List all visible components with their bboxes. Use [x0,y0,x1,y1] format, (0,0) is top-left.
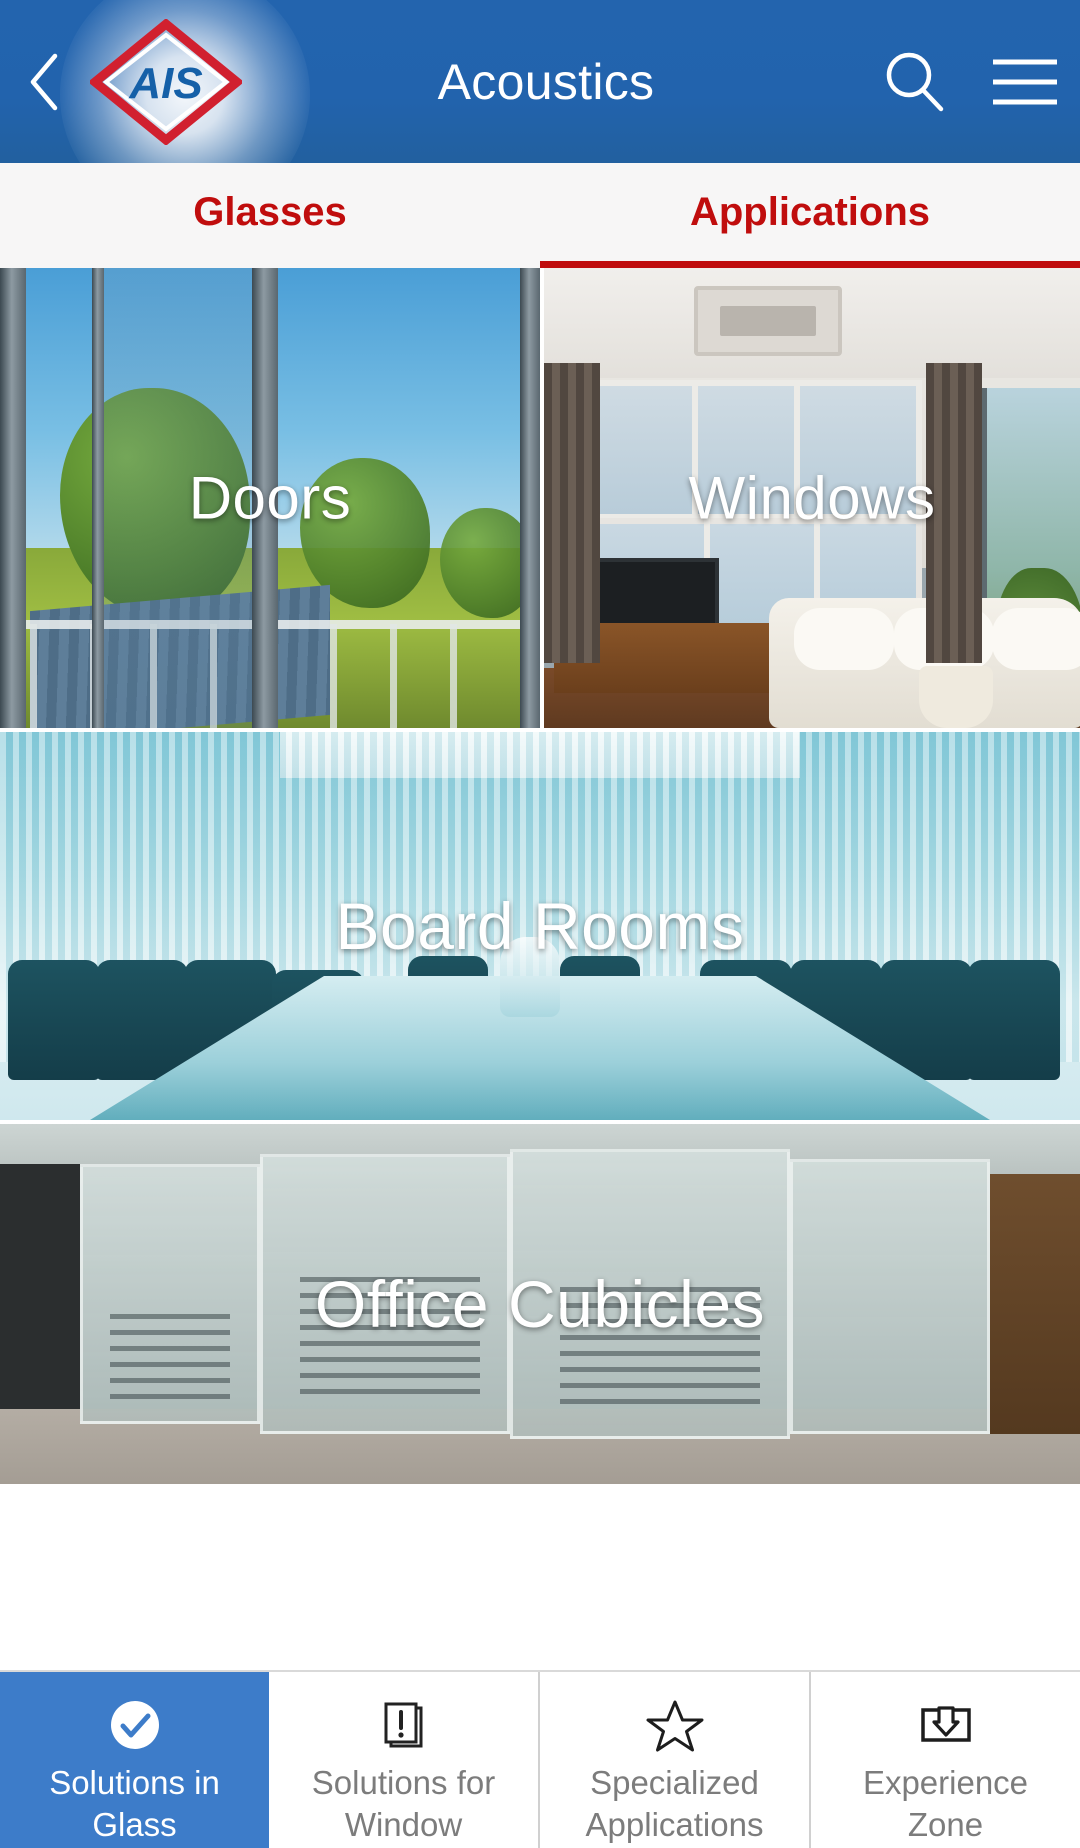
tile-doors-label: Doors [188,464,352,532]
star-outline-icon [645,1694,705,1756]
grid-row-1: Doors Windows [0,268,1080,728]
tab-applications-label: Applications [689,190,931,234]
tab-glasses-label: Glasses [193,190,347,234]
nav-item-solutions-for-window[interactable]: Solutions for Window [269,1672,540,1848]
tile-windows[interactable]: Windows [544,268,1080,728]
page-title: Acoustics [437,53,655,110]
nav-label-experience-zone: Experience Zone [862,1764,1029,1843]
tab-applications[interactable]: Applications [540,163,1080,268]
category-tabbar: Glasses Applications [0,163,1080,268]
applications-grid: Doors Windows Board Rooms Office Cubicle… [0,268,1080,1484]
check-circle-icon [106,1694,164,1756]
grid-row-2: Board Rooms [0,732,1080,1120]
ais-diamond-logo-icon: AIS [90,18,242,145]
bottom-navigation: Solutions in Glass Solutions for Window … [0,1670,1080,1848]
ais-logo-text: AIS [128,59,202,108]
hamburger-menu-icon [993,59,1057,104]
nav-item-solutions-in-glass[interactable]: Solutions in Glass [0,1672,269,1848]
nav-item-experience-zone[interactable]: Experience Zone [811,1672,1080,1848]
search-button[interactable] [860,0,970,163]
tile-board-rooms[interactable]: Board Rooms [0,732,1080,1120]
nav-item-specialized-applications[interactable]: Specialized Applications [540,1672,811,1848]
inbox-download-icon [915,1694,977,1756]
app-header: AIS Acoustics [0,0,1080,220]
tile-doors[interactable]: Doors [0,268,540,728]
search-icon [886,52,944,111]
ais-logo[interactable]: AIS [80,0,252,163]
tile-office-cubicles[interactable]: Office Cubicles [0,1124,1080,1484]
nav-label-solutions-for-window: Solutions for Window [311,1764,496,1843]
document-alert-icon [375,1694,433,1756]
grid-row-3: Office Cubicles [0,1124,1080,1484]
tile-windows-label: Windows [688,464,936,532]
menu-button[interactable] [970,0,1080,163]
chevron-left-icon [30,53,58,110]
tile-office-cubicles-label: Office Cubicles [314,1267,766,1341]
tab-glasses[interactable]: Glasses [0,163,540,268]
nav-label-solutions-in-glass: Solutions in Glass [49,1764,220,1843]
back-button[interactable] [8,0,80,163]
tile-board-rooms-label: Board Rooms [335,889,745,963]
nav-label-specialized-applications: Specialized Applications [585,1764,764,1843]
